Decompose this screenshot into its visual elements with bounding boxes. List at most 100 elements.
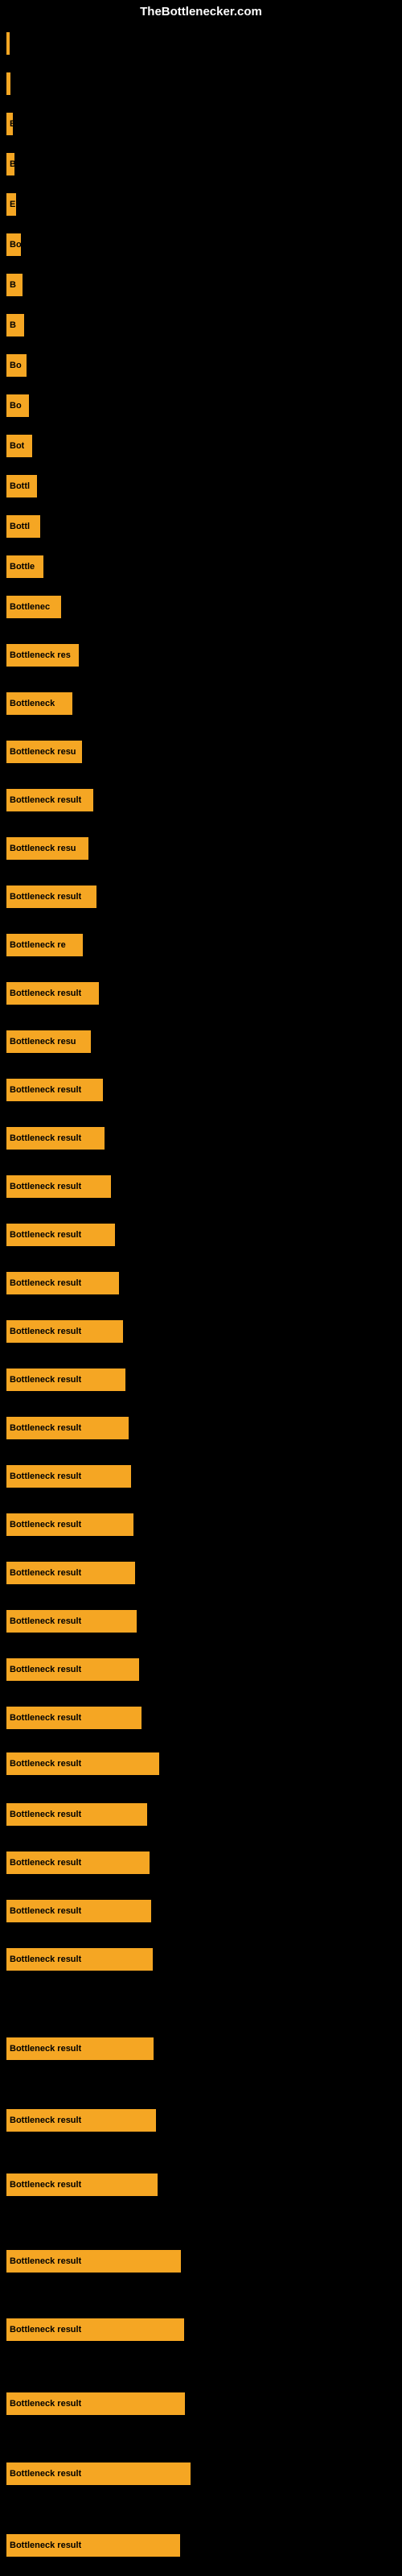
bar-item: Bottleneck result xyxy=(6,1900,151,1922)
bar-item: Bottleneck result xyxy=(6,2250,181,2273)
bar-label: Bottleneck result xyxy=(10,2469,81,2479)
bar-label: Bottleneck result xyxy=(10,2044,81,2054)
bar-item: Bottl xyxy=(6,475,37,497)
bar-item: Bot xyxy=(6,435,32,457)
bar-label: Bottleneck result xyxy=(10,2541,81,2550)
bar-label: Bottleneck result xyxy=(10,1327,81,1336)
bar-item: Bottleneck resu xyxy=(6,1030,91,1053)
bar-label: Bottleneck resu xyxy=(10,747,76,757)
bar-item: Bottleneck result xyxy=(6,1224,115,1246)
bar-label: Bo xyxy=(10,361,22,370)
bar-item: Bottleneck result xyxy=(6,1465,131,1488)
bar-label: Bottleneck result xyxy=(10,1278,81,1288)
bar-item: Bottleneck result xyxy=(6,2109,156,2132)
site-title: TheBottlenecker.com xyxy=(140,5,262,19)
bar-item: Bo xyxy=(6,394,29,417)
bar-item: Bottleneck result xyxy=(6,1175,111,1198)
bar-item: Bottleneck result xyxy=(6,1079,103,1101)
bar-label: Bottlenec xyxy=(10,602,50,612)
bar-item: E xyxy=(6,113,13,135)
bar-item: Bottleneck result xyxy=(6,1852,150,1874)
bar-item: Bottleneck result xyxy=(6,2174,158,2196)
bar-label: Bottleneck result xyxy=(10,1230,81,1240)
bar-label: Bottleneck result xyxy=(10,1085,81,1095)
bar-item: Bottleneck result xyxy=(6,1948,153,1971)
bar-label: Bottleneck result xyxy=(10,1955,81,1964)
bar-label: Bottleneck result xyxy=(10,1810,81,1819)
bar-label: Bottleneck result xyxy=(10,2399,81,2409)
bar-label: Bottleneck result xyxy=(10,1906,81,1916)
bar-item: Bottleneck xyxy=(6,692,72,715)
bar-item: Bottleneck re xyxy=(6,934,83,956)
bar-item: Bottl xyxy=(6,515,40,538)
bar-item: Bottleneck result xyxy=(6,1368,125,1391)
bar-label: Bottleneck result xyxy=(10,1858,81,1868)
bar-label: Bottleneck result xyxy=(10,1375,81,1385)
bar-item: Bottleneck result xyxy=(6,2037,154,2060)
bar-item: Bottleneck result xyxy=(6,1272,119,1294)
bar-label: Bottleneck result xyxy=(10,1616,81,1626)
bar-item: Bottleneck result xyxy=(6,1127,105,1150)
bar-label: Bottleneck result xyxy=(10,892,81,902)
bar-item xyxy=(6,72,10,95)
bar-item: Bottleneck result xyxy=(6,1658,139,1681)
bar-label: Bottl xyxy=(10,522,30,531)
bar-label: Bottleneck resu xyxy=(10,1037,76,1046)
bar-item: Bottleneck result xyxy=(6,2318,184,2341)
bar-item: Bo xyxy=(6,233,21,256)
bar-label: Bottleneck result xyxy=(10,795,81,805)
bar-label: Bot xyxy=(10,441,24,451)
bar-item: Bottleneck result xyxy=(6,982,99,1005)
bar-item: Bottleneck result xyxy=(6,1513,133,1536)
bar-label: Bottleneck result xyxy=(10,1665,81,1674)
bar-label: Bottleneck xyxy=(10,699,55,708)
bar-label: Bottleneck result xyxy=(10,1713,81,1723)
bar-item: Bottleneck result xyxy=(6,2462,191,2485)
bar-label: Bottleneck result xyxy=(10,1568,81,1578)
bar-item: E xyxy=(6,193,16,216)
bar-label: Bottleneck resu xyxy=(10,844,76,853)
bar-label: Bottleneck re xyxy=(10,940,66,950)
bar-label: Bottleneck res xyxy=(10,650,71,660)
bar-label: Bottleneck result xyxy=(10,2256,81,2266)
bar-label: Bottleneck result xyxy=(10,1472,81,1481)
bar-item: Bottleneck result xyxy=(6,1417,129,1439)
bar-label: Bottleneck result xyxy=(10,2325,81,2334)
bar-item: Bottleneck res xyxy=(6,644,79,667)
bar-item: Bottleneck result xyxy=(6,789,93,811)
bar-item: B xyxy=(6,274,23,296)
bar-label: Bottleneck result xyxy=(10,1520,81,1530)
bar-label: E xyxy=(10,200,15,209)
bar-label: Bottleneck result xyxy=(10,989,81,998)
bar-item: Bottlenec xyxy=(6,596,61,618)
bar-label: Bottl xyxy=(10,481,30,491)
bar-item: B xyxy=(6,153,14,175)
bar-label: Bottleneck result xyxy=(10,2116,81,2125)
bar-item: Bottleneck result xyxy=(6,1752,159,1775)
bar-item: Bottleneck resu xyxy=(6,741,82,763)
bar-item xyxy=(6,32,10,55)
bar-label: Bottleneck result xyxy=(10,1423,81,1433)
bar-label: Bottle xyxy=(10,562,35,572)
bar-item: Bottleneck resu xyxy=(6,837,88,860)
bar-item: Bottleneck result xyxy=(6,886,96,908)
bar-label: Bottleneck result xyxy=(10,1133,81,1143)
bar-item: B xyxy=(6,314,24,336)
bar-item: Bottleneck result xyxy=(6,1562,135,1584)
bar-item: Bottleneck result xyxy=(6,2392,185,2415)
bar-label: B xyxy=(10,159,14,169)
bar-label: Bottleneck result xyxy=(10,1182,81,1191)
bar-label: B xyxy=(10,280,16,290)
bar-item: Bottleneck result xyxy=(6,2534,180,2557)
bar-label: Bottleneck result xyxy=(10,2180,81,2190)
bar-item: Bo xyxy=(6,354,27,377)
bar-item: Bottleneck result xyxy=(6,1610,137,1633)
bar-label: B xyxy=(10,320,16,330)
bar-label: E xyxy=(10,119,13,129)
bar-item: Bottleneck result xyxy=(6,1707,142,1729)
bar-item: Bottle xyxy=(6,555,43,578)
bar-item: Bottleneck result xyxy=(6,1320,123,1343)
bar-item: Bottleneck result xyxy=(6,1803,147,1826)
bar-label: Bo xyxy=(10,240,21,250)
bar-label: Bottleneck result xyxy=(10,1759,81,1769)
